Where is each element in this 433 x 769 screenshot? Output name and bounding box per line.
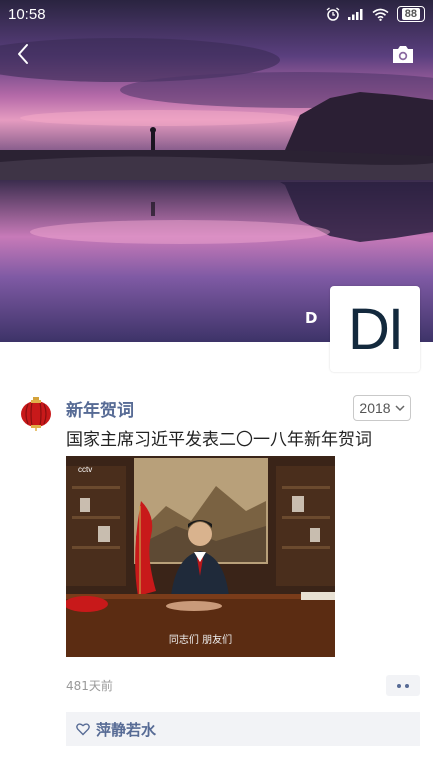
post-time: 481天前 xyxy=(66,679,113,693)
wifi-icon xyxy=(372,8,389,21)
more-icon-dot xyxy=(405,683,409,688)
video-subtitle: 同志们 朋友们 xyxy=(168,635,233,646)
avatar-text: DI xyxy=(348,296,404,362)
camera-icon[interactable] xyxy=(391,43,415,65)
status-bar: 10:58 88 xyxy=(0,0,433,30)
signal-icon xyxy=(347,9,363,20)
profile-name[interactable]: D xyxy=(305,309,317,327)
chevron-down-icon xyxy=(395,405,405,412)
like-user[interactable]: 萍静若水 xyxy=(96,719,156,740)
alarm-icon xyxy=(326,7,340,21)
video-channel-logo: cctv xyxy=(78,465,93,474)
year-value: 2018 xyxy=(359,400,391,416)
profile-avatar[interactable]: DI xyxy=(330,286,420,372)
heart-icon xyxy=(76,723,90,736)
back-icon[interactable] xyxy=(12,42,36,66)
post-author[interactable]: 新年贺词 xyxy=(66,396,134,421)
status-time: 10:58 xyxy=(8,6,46,23)
more-button[interactable] xyxy=(386,675,420,696)
post-text: 国家主席习近平发表二〇一八年新年贺词 xyxy=(66,430,372,450)
more-icon xyxy=(397,683,401,688)
likes-section: 萍静若水 xyxy=(66,712,420,746)
video-thumbnail[interactable]: cctv 同志们 朋友们 xyxy=(66,456,335,657)
year-select[interactable]: 2018 xyxy=(353,395,411,421)
lantern-icon[interactable] xyxy=(18,396,54,432)
battery-level: 88 xyxy=(401,8,420,20)
battery-icon: 88 xyxy=(396,6,425,22)
